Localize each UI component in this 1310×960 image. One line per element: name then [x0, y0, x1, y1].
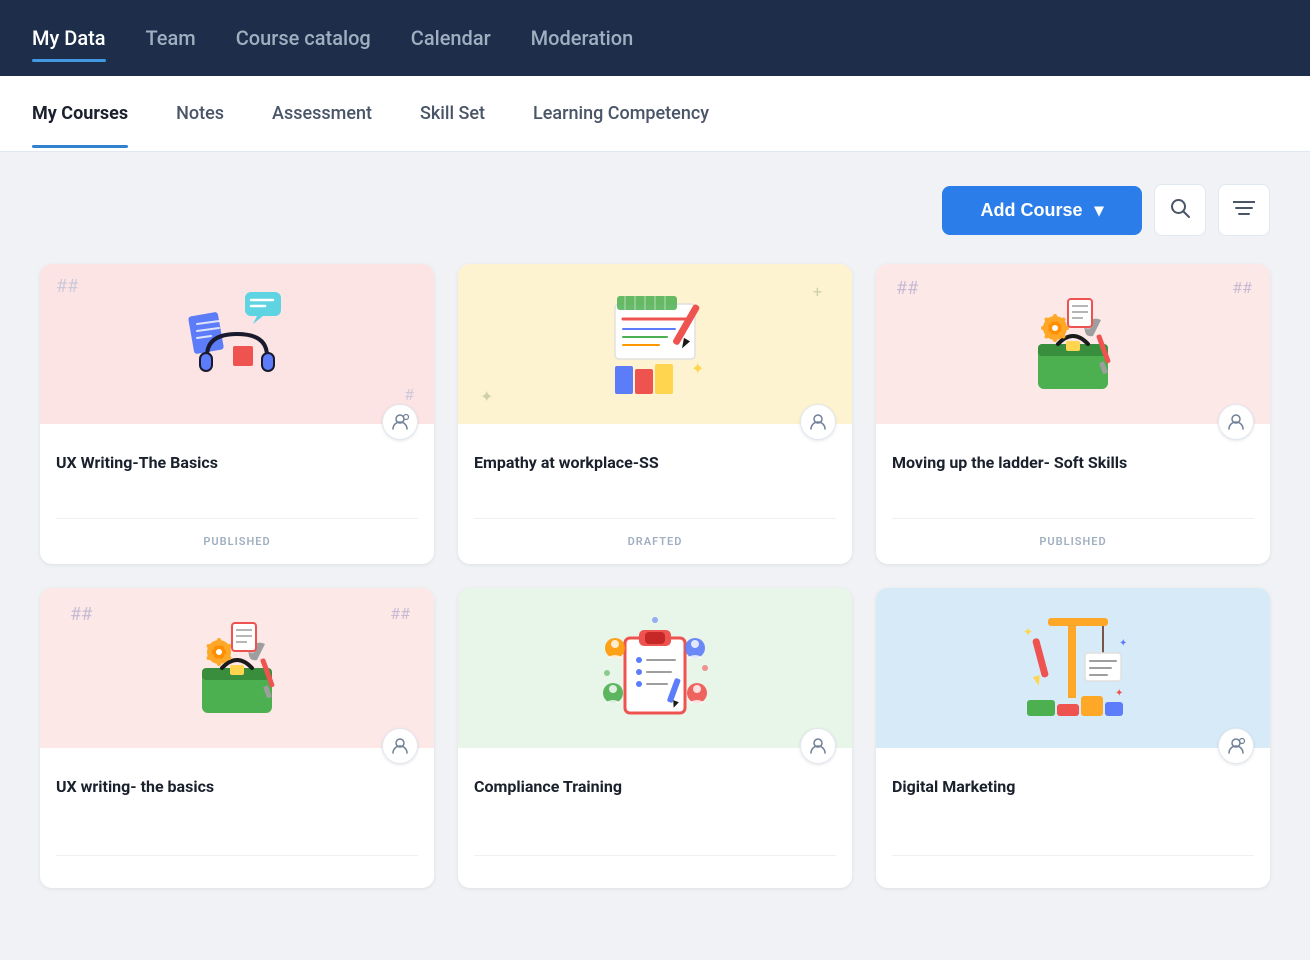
course-card-ladder[interactable]: ## ## — [876, 264, 1270, 564]
card-title-digital-marketing: Digital Marketing — [892, 776, 1254, 798]
course-card-ux-writing[interactable]: ## # — [40, 264, 434, 564]
sub-navigation: My Courses Notes Assessment Skill Set Le… — [0, 76, 1310, 152]
tab-skill-set[interactable]: Skill Set — [420, 95, 485, 132]
tab-notes[interactable]: Notes — [176, 95, 224, 132]
card-body-ladder: Moving up the ladder- Soft Skills PUBLIS… — [876, 424, 1270, 564]
course-card-empathy[interactable]: + ✦ — [458, 264, 852, 564]
deco: ✦ — [480, 387, 493, 406]
course-card-compliance[interactable]: Compliance Training — [458, 588, 852, 888]
filter-button[interactable] — [1218, 184, 1270, 236]
add-course-button[interactable]: Add Course ▾ — [942, 186, 1142, 235]
card-title-ux-writing-2: UX writing- the basics — [56, 776, 418, 798]
chevron-down-icon: ▾ — [1094, 200, 1103, 221]
card-title-compliance: Compliance Training — [474, 776, 836, 798]
card-title-empathy: Empathy at workplace-SS — [474, 452, 836, 474]
card-status-compliance — [474, 855, 836, 872]
filter-icon — [1233, 199, 1255, 222]
add-course-label: Add Course — [980, 200, 1082, 221]
card-avatar-digital-marketing — [1218, 728, 1254, 764]
nav-course-catalog[interactable]: Course catalog — [236, 18, 371, 58]
card-status-ladder: PUBLISHED — [892, 518, 1254, 548]
compliance-illustration — [595, 608, 715, 728]
nav-my-data[interactable]: My Data — [32, 18, 106, 58]
card-title-ux-writing: UX Writing-The Basics — [56, 452, 418, 474]
card-avatar-empathy — [800, 404, 836, 440]
course-card-digital-marketing[interactable]: ✦ ✦ ✦ Digital Marketing — [876, 588, 1270, 888]
card-body-digital-marketing: Digital Marketing — [876, 748, 1270, 888]
top-navigation: My Data Team Course catalog Calendar Mod… — [0, 0, 1310, 76]
tab-assessment[interactable]: Assessment — [272, 95, 372, 132]
card-image-compliance — [458, 588, 852, 748]
deco: ## — [896, 278, 918, 299]
card-body-empathy: Empathy at workplace-SS DRAFTED — [458, 424, 852, 564]
card-avatar-compliance — [800, 728, 836, 764]
tab-learning-competency[interactable]: Learning Competency — [533, 95, 709, 132]
nav-moderation[interactable]: Moderation — [531, 18, 634, 58]
svg-text:✦: ✦ — [1115, 688, 1123, 699]
card-image-empathy: + ✦ — [458, 264, 852, 424]
card-image-ladder: ## ## — [876, 264, 1270, 424]
card-avatar-ladder — [1218, 404, 1254, 440]
card-status-empathy: DRAFTED — [474, 518, 836, 548]
main-content: Add Course ▾ — [0, 152, 1310, 960]
course-card-ux-writing-2[interactable]: ## ## — [40, 588, 434, 888]
card-body-compliance: Compliance Training — [458, 748, 852, 888]
toolbar: Add Course ▾ — [40, 184, 1270, 236]
ux-writing-2-illustration — [177, 608, 297, 728]
course-grid: ## # — [40, 264, 1270, 888]
card-body-ux-writing: UX Writing-The Basics PUBLISHED — [40, 424, 434, 564]
deco: ## — [1232, 278, 1252, 297]
tab-my-courses[interactable]: My Courses — [32, 95, 128, 132]
svg-text:✦: ✦ — [691, 359, 704, 378]
card-image-ux-writing: ## # — [40, 264, 434, 424]
search-button[interactable] — [1154, 184, 1206, 236]
nav-team[interactable]: Team — [146, 18, 196, 58]
nav-calendar[interactable]: Calendar — [411, 18, 491, 58]
card-avatar-ux-writing-2 — [382, 728, 418, 764]
card-status-ux-writing: PUBLISHED — [56, 518, 418, 548]
card-status-ux-writing-2 — [56, 855, 418, 872]
card-image-digital-marketing: ✦ ✦ ✦ — [876, 588, 1270, 748]
ladder-illustration — [1013, 284, 1133, 404]
svg-text:✦: ✦ — [1119, 638, 1127, 649]
ux-writing-illustration — [177, 284, 297, 404]
deco: # — [404, 385, 414, 404]
card-avatar-ux-writing — [382, 404, 418, 440]
empathy-illustration: ✦ — [595, 284, 715, 404]
svg-text:✦: ✦ — [1023, 625, 1033, 639]
card-image-ux-writing-2: ## ## — [40, 588, 434, 748]
card-status-digital-marketing — [892, 855, 1254, 872]
deco: + — [813, 282, 822, 301]
deco: ## — [56, 276, 78, 297]
deco: ## — [390, 604, 410, 623]
search-icon — [1169, 197, 1191, 224]
card-title-ladder: Moving up the ladder- Soft Skills — [892, 452, 1254, 474]
card-body-ux-writing-2: UX writing- the basics — [40, 748, 434, 888]
digital-marketing-illustration: ✦ ✦ ✦ — [1013, 608, 1133, 728]
deco: ## — [70, 604, 92, 625]
